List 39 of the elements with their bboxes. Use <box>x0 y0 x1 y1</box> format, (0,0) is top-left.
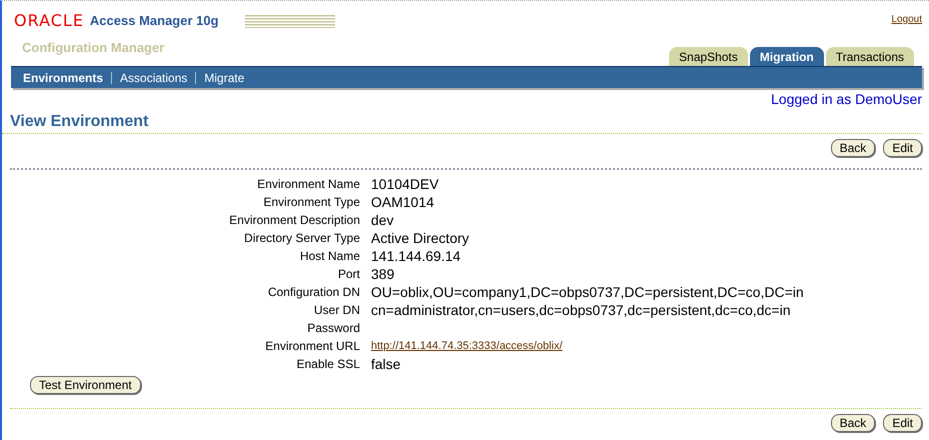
action-button[interactable]: Back <box>830 139 876 157</box>
subtitle: Configuration Manager <box>21 39 166 55</box>
field-value: 389 <box>371 266 396 282</box>
field-label: Environment Description <box>228 212 360 228</box>
field-value: 10104DEV <box>371 176 440 192</box>
field-value: OU=oblix,OU=company1,DC=obps0737,DC=persistent,DC=co,DC=in <box>371 284 805 300</box>
nav-link[interactable]: Associations <box>120 70 188 84</box>
nav-link[interactable]: Environments <box>23 70 104 84</box>
action-button[interactable]: Back <box>830 414 876 432</box>
field-label: Directory Server Type <box>243 230 360 246</box>
tab[interactable]: Transactions <box>826 47 914 66</box>
field-label: Enable SSL <box>296 356 360 372</box>
logout-link[interactable]: Logout <box>891 14 922 25</box>
field-value: cn=administrator,cn=users,dc=obps0737,dc=persistent,dc=co,dc=in <box>371 302 792 318</box>
field-label: Environment URL <box>264 338 360 354</box>
page-title: View Environment <box>2 107 922 134</box>
tab[interactable]: SnapShots <box>669 47 748 66</box>
action-button[interactable]: Edit <box>883 139 922 157</box>
tab[interactable]: Migration <box>750 47 824 66</box>
field-label: Host Name <box>298 248 360 264</box>
field-value: dev <box>371 212 395 228</box>
login-status: Logged in as DemoUser <box>770 90 923 107</box>
field-label: Password <box>306 320 360 336</box>
nav-link[interactable]: Migrate <box>204 70 244 84</box>
field-value: OAM1014 <box>371 194 436 210</box>
stripes-icon <box>244 14 335 28</box>
action-button[interactable]: Edit <box>883 414 922 432</box>
test-button[interactable]: Test Environment <box>30 376 141 394</box>
field-label: Configuration DN <box>266 284 360 300</box>
product-name: Access Manager 10g <box>90 13 219 28</box>
field-value: 141.144.69.14 <box>371 248 462 264</box>
field-label: Port <box>336 266 360 282</box>
field-value: false <box>371 356 402 372</box>
url-link[interactable]: http://141.144.74.35:3333/access/oblix/ <box>371 338 562 354</box>
field-label: Environment Name <box>256 176 360 192</box>
field-label: User DN <box>312 302 360 318</box>
field-label: Environment Type <box>262 194 360 210</box>
oracle-logo: ORACLE <box>14 11 84 30</box>
field-value: Active Directory <box>371 230 470 246</box>
